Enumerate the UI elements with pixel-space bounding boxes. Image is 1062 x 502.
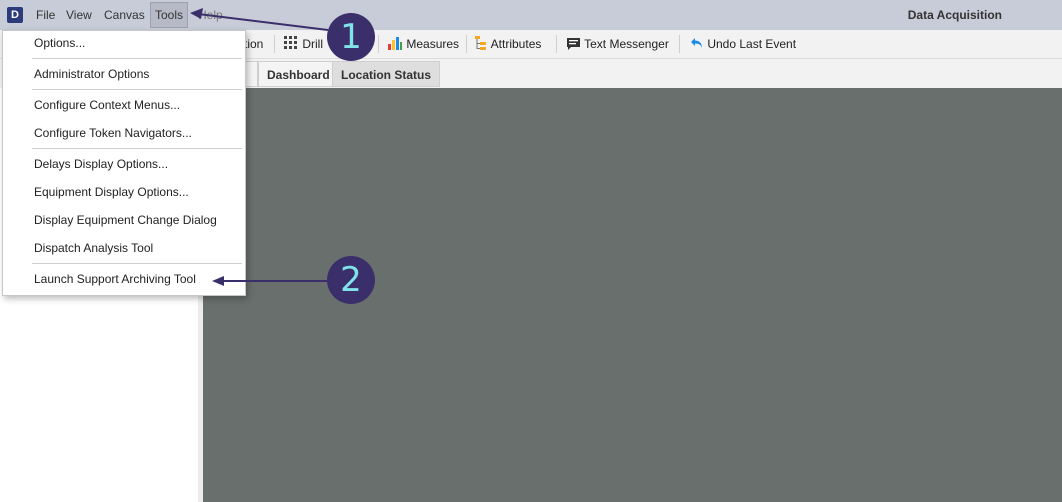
arrow-head-1 bbox=[190, 8, 203, 19]
callout-badge-1: 1 bbox=[327, 13, 375, 61]
arrow-line-1 bbox=[197, 13, 329, 31]
arrow-head-2 bbox=[212, 276, 224, 286]
callout-badge-2: 2 bbox=[327, 256, 375, 304]
annotation-arrows bbox=[190, 8, 329, 286]
